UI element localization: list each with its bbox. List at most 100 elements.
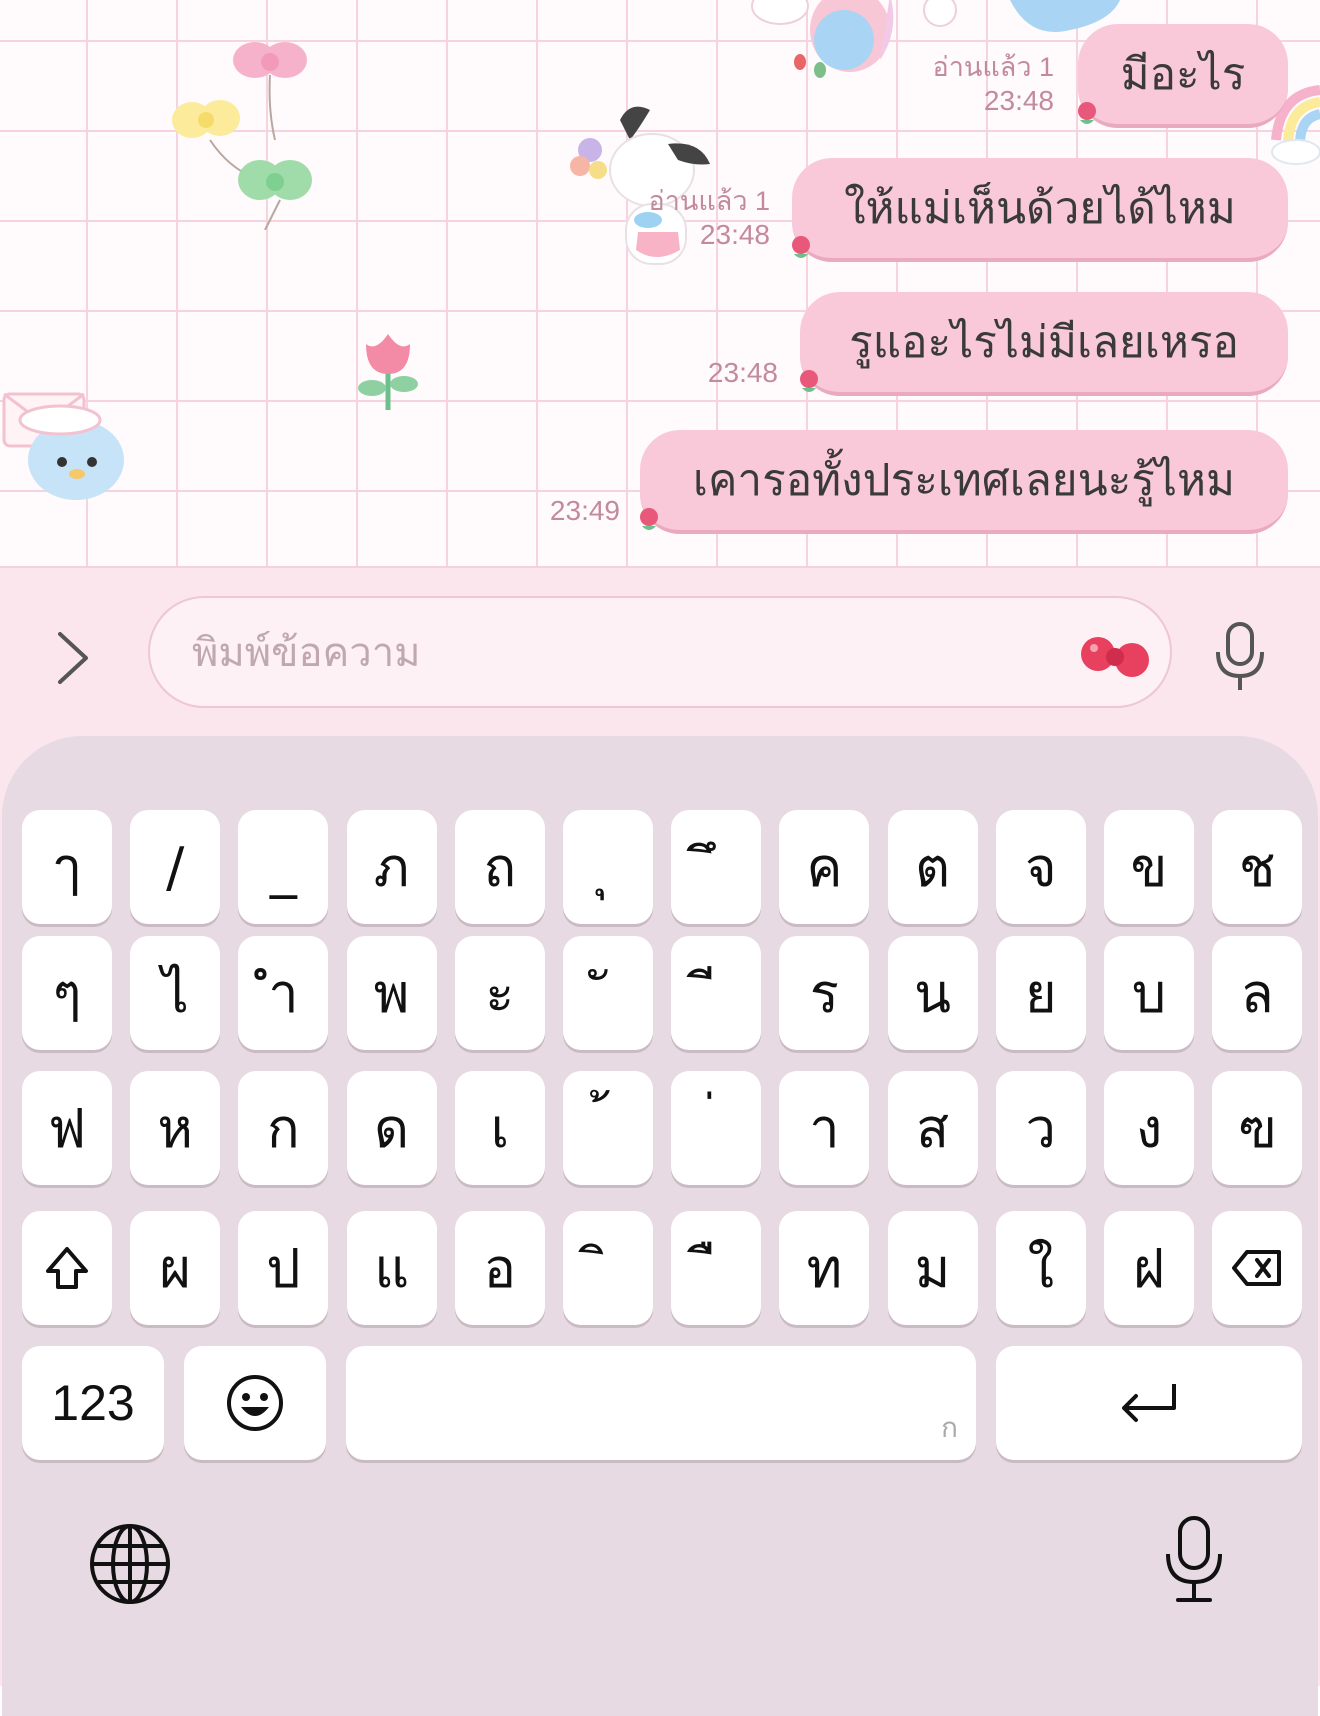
- key-row3-1[interactable]: ห: [130, 1071, 221, 1185]
- key-row2-5[interactable]: ั: [563, 936, 653, 1050]
- return-key[interactable]: [996, 1346, 1302, 1460]
- key-row2-0[interactable]: ๆ: [22, 936, 112, 1050]
- key-row1-11[interactable]: ช: [1212, 810, 1303, 924]
- key-row1-0[interactable]: ๅ: [22, 810, 112, 924]
- return-icon: [1122, 1384, 1176, 1422]
- key-row1-4[interactable]: ถ: [454, 810, 545, 924]
- key-row2-6[interactable]: ี: [671, 936, 762, 1050]
- key-row2-7[interactable]: ร: [779, 936, 870, 1050]
- message-bubble[interactable]: ให้แม่เห็นด้วยได้ไหม: [792, 158, 1288, 262]
- key-row4-0[interactable]: ผ: [130, 1211, 221, 1325]
- key-label: อ: [483, 1237, 517, 1300]
- key-row1-5[interactable]: ุ: [563, 810, 653, 924]
- message-input-bar: [0, 566, 1320, 738]
- key-row3-11[interactable]: ฃ: [1212, 1071, 1303, 1185]
- key-label: ถ: [483, 836, 517, 899]
- message-time: 23:48: [707, 357, 778, 388]
- key-label: ส: [916, 1097, 950, 1160]
- thai-keyboard: 123 ก ๅ / _ ภ ถุึ ค ต จ: [0, 736, 1320, 1716]
- penguin-character-decoration: [2, 392, 124, 500]
- key-row3-7[interactable]: า: [779, 1071, 870, 1185]
- chevron-right-icon[interactable]: [48, 628, 98, 688]
- key-label: บ: [1131, 962, 1167, 1025]
- message-time: 23:49: [549, 495, 620, 526]
- key-row3-3[interactable]: ด: [346, 1071, 437, 1185]
- key-row1-9[interactable]: จ: [995, 810, 1086, 924]
- key-row3-6[interactable]: ่: [671, 1071, 762, 1185]
- key-row1-6[interactable]: ึ: [671, 810, 762, 924]
- rose-icon: [800, 370, 818, 392]
- key-row1-7[interactable]: ค: [779, 810, 870, 924]
- bow-sticker-icon[interactable]: [1080, 632, 1150, 682]
- message-input[interactable]: [190, 598, 1054, 708]
- key-row1-2[interactable]: _: [238, 810, 329, 924]
- key-row4-2[interactable]: แ: [346, 1211, 437, 1325]
- message-bubble[interactable]: เคารอทั้งประเทศเลยนะรู้ไหม: [640, 430, 1288, 534]
- key-row2-9[interactable]: ย: [995, 936, 1086, 1050]
- key-label: ๆ: [52, 962, 82, 1025]
- key-row2-1[interactable]: ไ: [130, 936, 221, 1050]
- rose-icon: [1078, 102, 1096, 124]
- key-row4-5[interactable]: ื: [671, 1211, 762, 1325]
- key-row1-1[interactable]: /: [130, 810, 221, 924]
- shift-key[interactable]: [22, 1211, 112, 1325]
- numbers-key[interactable]: 123: [22, 1346, 164, 1460]
- key-label: ท: [806, 1237, 843, 1300]
- message-meta: 23:49: [550, 494, 620, 528]
- key-label: ย: [1024, 962, 1057, 1025]
- key-label: ห: [157, 1097, 193, 1160]
- message-meta: อ่านแล้ว 1 23:48: [649, 184, 770, 252]
- emoji-key[interactable]: [184, 1346, 326, 1460]
- key-row2-3[interactable]: พ: [346, 936, 437, 1050]
- emoji-icon: [227, 1375, 283, 1431]
- key-label: า: [809, 1097, 840, 1160]
- key-row4-7[interactable]: ม: [887, 1211, 978, 1325]
- key-row3-4[interactable]: เ: [454, 1071, 545, 1185]
- microphone-icon[interactable]: [1210, 620, 1270, 694]
- key-label: ร: [809, 962, 839, 1025]
- globe-icon[interactable]: [88, 1522, 172, 1606]
- key-row3-2[interactable]: ก: [238, 1071, 329, 1185]
- key-row4-4[interactable]: ิ: [563, 1211, 653, 1325]
- key-row4-1[interactable]: ป: [238, 1211, 329, 1325]
- key-label: ใ: [1027, 1237, 1054, 1300]
- shift-icon: [46, 1247, 88, 1289]
- key-row1-8[interactable]: ต: [887, 810, 978, 924]
- key-row2-10[interactable]: บ: [1104, 936, 1194, 1050]
- key-row3-9[interactable]: ว: [995, 1071, 1086, 1185]
- chat-area[interactable]: อ่านแล้ว 1 23:48 มีอะไร อ่านแล้ว 1 23:48…: [0, 0, 1320, 566]
- space-key[interactable]: ก: [346, 1346, 976, 1460]
- backspace-icon: [1232, 1250, 1281, 1286]
- key-row1-3[interactable]: ภ: [346, 810, 437, 924]
- key-row2-8[interactable]: น: [887, 936, 978, 1050]
- key-row2-2[interactable]: ำ: [238, 936, 329, 1050]
- message-text: เคารอทั้งประเทศเลยนะรู้ไหม: [692, 455, 1236, 506]
- message-field[interactable]: [148, 596, 1172, 708]
- message-bubble[interactable]: รูแอะไรไม่มีเลยเหรอ: [800, 292, 1288, 396]
- key-label: ๅ: [53, 836, 81, 899]
- backspace-key[interactable]: [1212, 1211, 1302, 1325]
- read-receipt: อ่านแล้ว 1: [648, 186, 770, 216]
- message-meta: 23:48: [708, 356, 778, 390]
- message-bubble[interactable]: มีอะไร: [1078, 24, 1288, 128]
- key-row4-3[interactable]: อ: [454, 1211, 545, 1325]
- key-label: แ: [374, 1237, 409, 1300]
- key-row1-10[interactable]: ข: [1104, 810, 1194, 924]
- key-label: /: [166, 835, 185, 899]
- key-label: ช: [1238, 836, 1276, 899]
- key-row3-0[interactable]: ฟ: [22, 1071, 112, 1185]
- key-row2-11[interactable]: ล: [1212, 936, 1303, 1050]
- message-text: รูแอะไรไม่มีเลยเหรอ: [849, 317, 1239, 368]
- key-row2-4[interactable]: ะ: [454, 936, 545, 1050]
- key-row4-6[interactable]: ท: [779, 1211, 870, 1325]
- key-label: ไ: [161, 962, 189, 1025]
- key-row3-10[interactable]: ง: [1104, 1071, 1194, 1185]
- key-label: ต: [915, 836, 951, 899]
- key-row3-8[interactable]: ส: [887, 1071, 978, 1185]
- key-row3-5[interactable]: ้: [563, 1071, 653, 1185]
- dictation-microphone-icon[interactable]: [1162, 1514, 1226, 1606]
- balloon-bows-decoration: [172, 42, 312, 230]
- key-row4-9[interactable]: ฝ: [1104, 1211, 1194, 1325]
- key-label: จ: [1024, 836, 1057, 899]
- key-row4-8[interactable]: ใ: [995, 1211, 1086, 1325]
